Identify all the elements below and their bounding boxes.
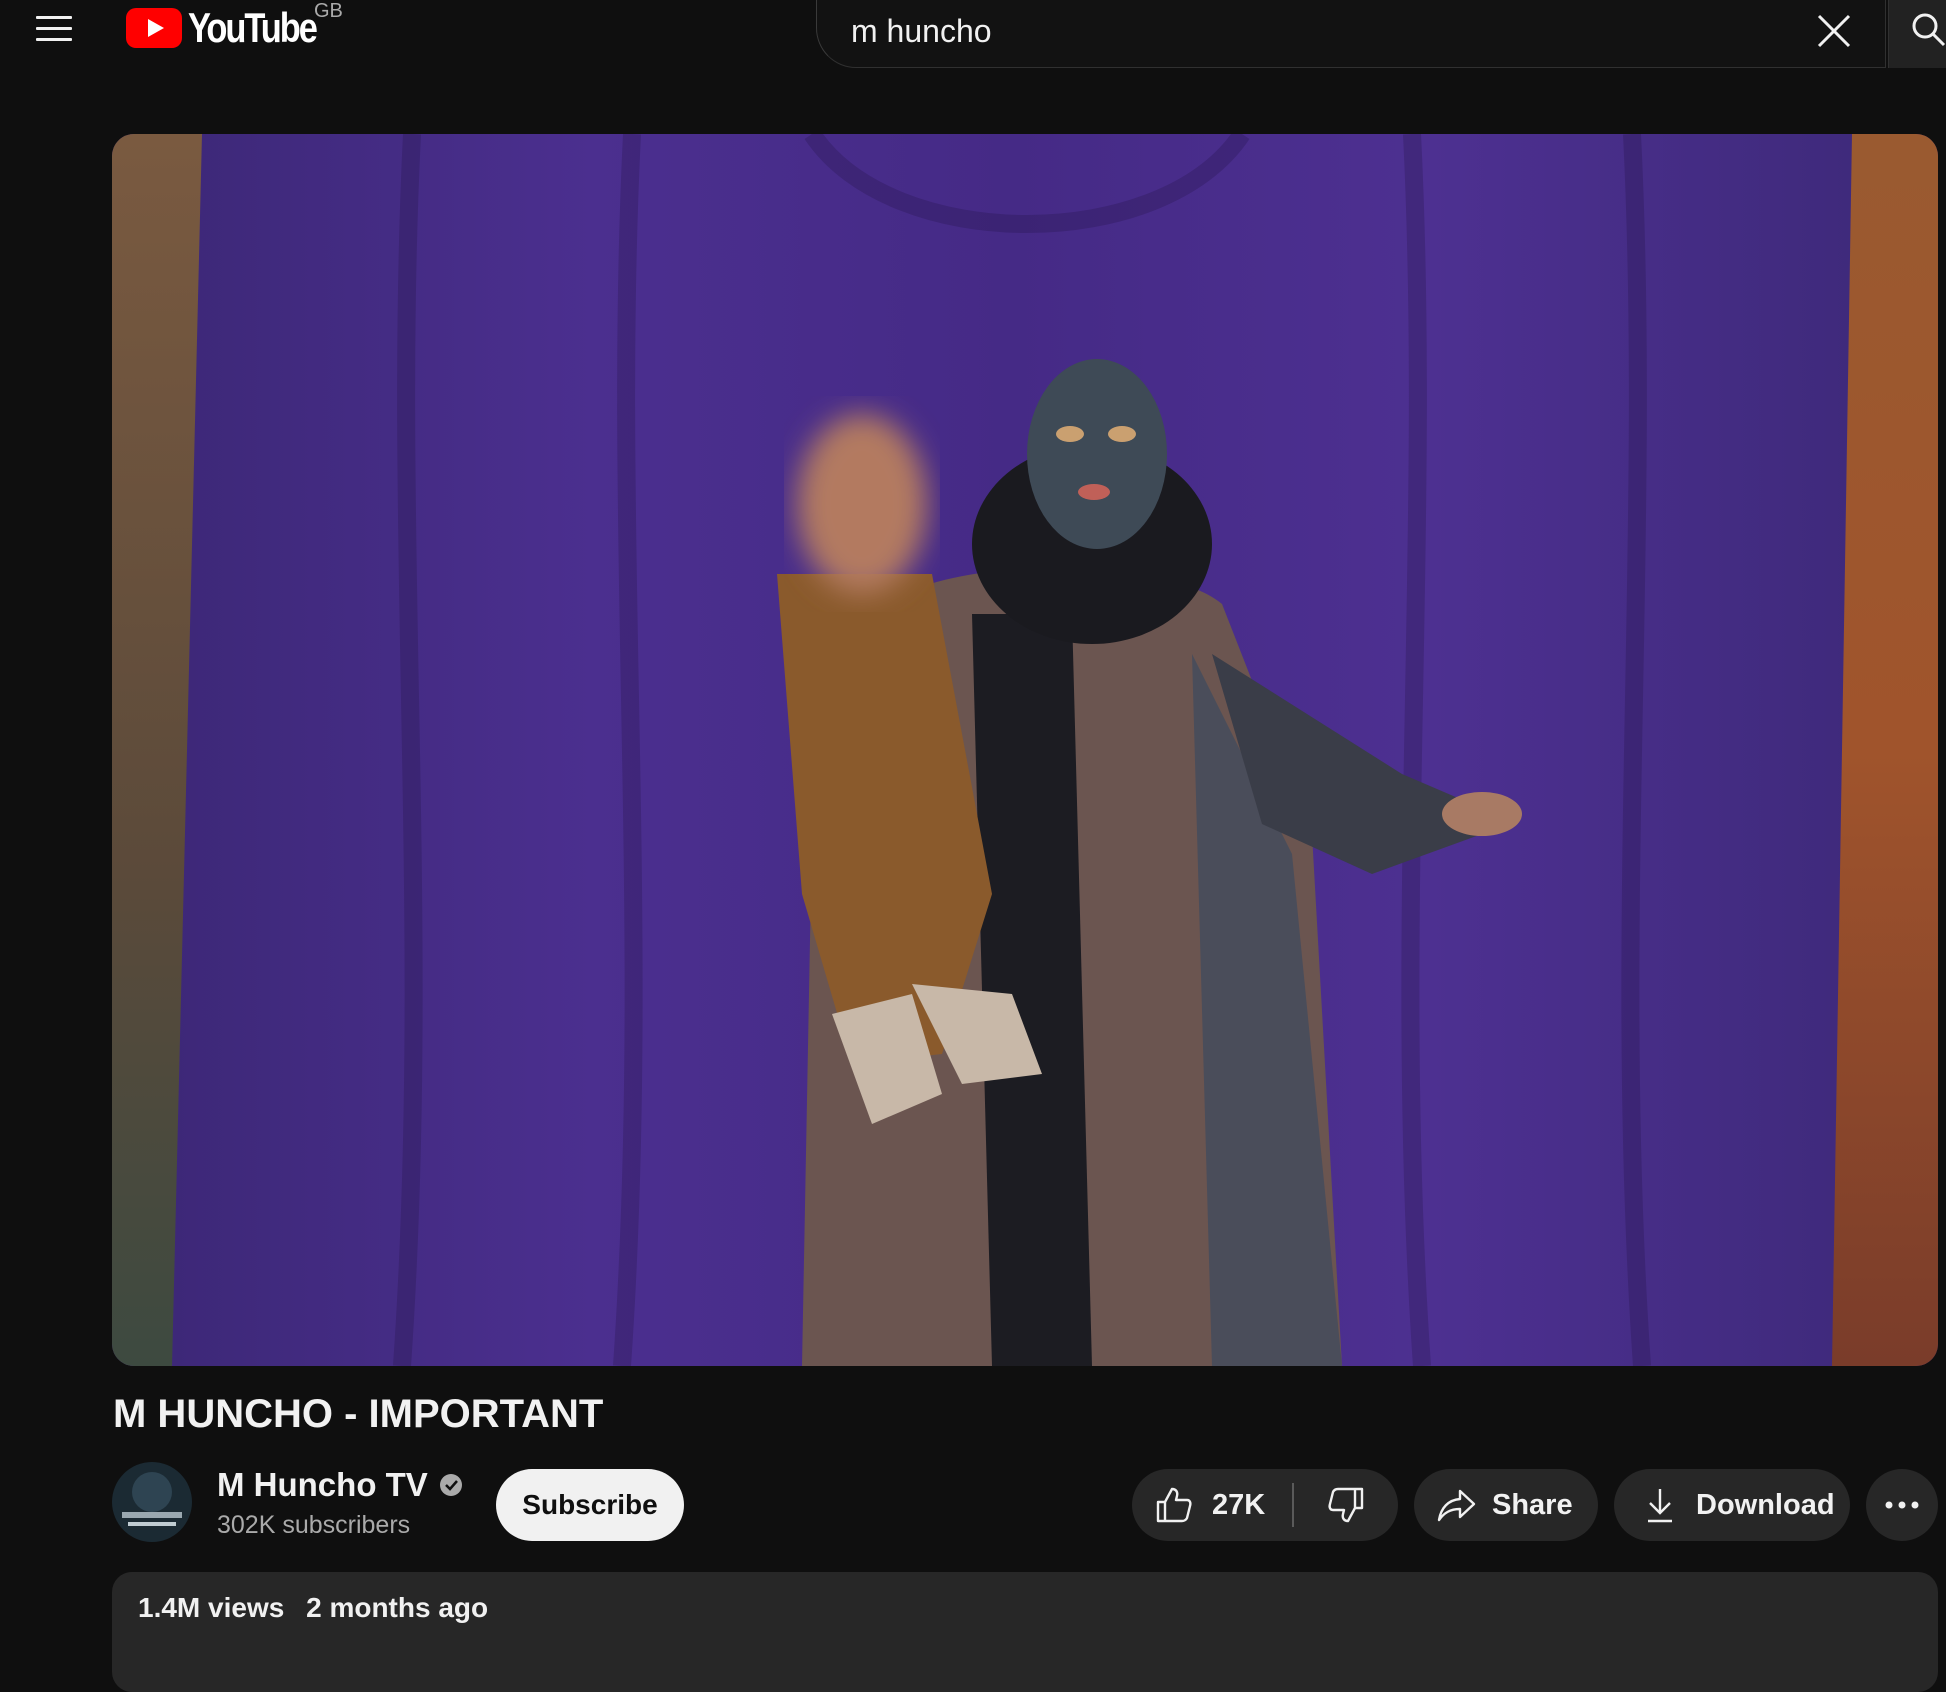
search-bar bbox=[816, 0, 1886, 68]
more-horizontal-icon bbox=[1885, 1501, 1919, 1509]
search-button[interactable] bbox=[1888, 0, 1946, 68]
avatar[interactable] bbox=[112, 1462, 192, 1542]
hamburger-menu-icon[interactable] bbox=[30, 8, 76, 50]
more-actions-button[interactable] bbox=[1866, 1469, 1938, 1541]
like-dislike-group: 27K bbox=[1132, 1469, 1398, 1541]
channel-avatar-image bbox=[112, 1462, 192, 1542]
verified-badge-icon bbox=[439, 1474, 462, 1496]
view-count: 1.4M views bbox=[138, 1592, 285, 1623]
video-frame bbox=[112, 134, 1938, 1366]
country-code: GB bbox=[314, 0, 343, 22]
subscriber-count: 302K subscribers bbox=[217, 1511, 411, 1539]
search-input[interactable] bbox=[849, 6, 1753, 56]
channel-name: M Huncho TV bbox=[217, 1466, 428, 1503]
description-box[interactable]: 1.4M views 2 months ago bbox=[112, 1572, 1938, 1692]
video-meta: 1.4M views 2 months ago bbox=[138, 1592, 488, 1624]
like-count: 27K bbox=[1212, 1488, 1266, 1521]
close-icon[interactable] bbox=[1813, 10, 1855, 52]
search-icon bbox=[1912, 13, 1946, 47]
subscribe-button[interactable]: Subscribe bbox=[496, 1469, 684, 1541]
video-title: M HUNCHO - IMPORTANT bbox=[113, 1392, 604, 1436]
download-icon bbox=[1648, 1489, 1672, 1523]
logo-wordmark: YouTube bbox=[188, 4, 318, 51]
thumbs-up-icon bbox=[1156, 1487, 1192, 1523]
download-label: Download bbox=[1696, 1488, 1835, 1521]
upload-date: 2 months ago bbox=[306, 1592, 489, 1623]
like-button[interactable]: 27K bbox=[1132, 1469, 1265, 1541]
share-label: Share bbox=[1492, 1488, 1573, 1521]
thumbs-down-icon bbox=[1328, 1487, 1364, 1523]
share-arrow-icon bbox=[1437, 1489, 1476, 1522]
share-button[interactable]: Share bbox=[1414, 1469, 1598, 1541]
channel-name-link[interactable]: M Huncho TV bbox=[217, 1466, 464, 1504]
download-button[interactable]: Download bbox=[1614, 1469, 1850, 1541]
youtube-logo[interactable]: YouTube bbox=[126, 2, 344, 54]
youtube-play-icon bbox=[126, 8, 182, 48]
video-player[interactable] bbox=[112, 134, 1938, 1366]
dislike-button[interactable] bbox=[1294, 1469, 1398, 1541]
